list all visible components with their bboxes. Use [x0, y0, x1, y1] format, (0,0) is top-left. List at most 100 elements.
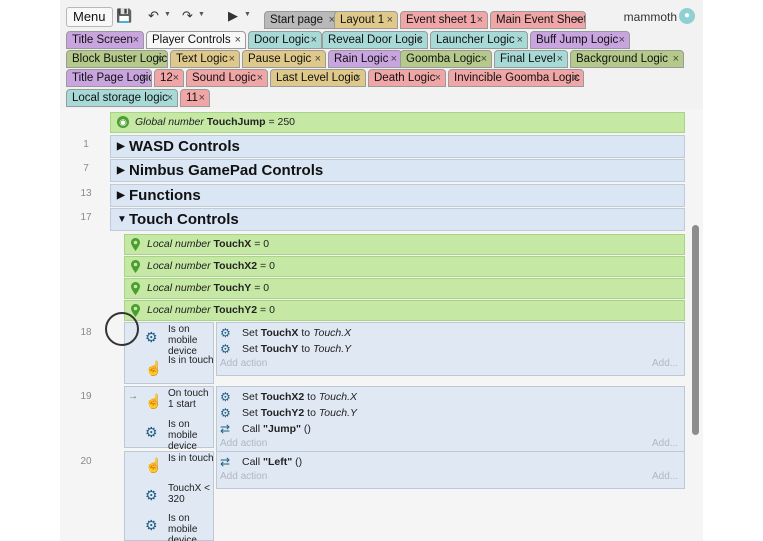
- tab-invincible-goomba-logic[interactable]: Invincible Goomba Logic ×: [448, 69, 584, 87]
- close-icon[interactable]: ×: [315, 51, 321, 67]
- group-nimbus-gamepad-controls[interactable]: ▶ Nimbus GamePad Controls: [110, 159, 685, 182]
- condition-text[interactable]: Is in touch: [168, 355, 214, 366]
- action-to: to: [307, 407, 316, 419]
- close-icon[interactable]: ×: [235, 32, 241, 48]
- condition-text[interactable]: Is in touch: [168, 453, 214, 464]
- action-value: Touch.Y: [313, 343, 352, 355]
- line-number: 7: [83, 163, 89, 174]
- tab-title-screen[interactable]: Title Screen ×: [66, 31, 144, 49]
- close-icon[interactable]: ×: [573, 70, 579, 86]
- close-icon[interactable]: ×: [387, 12, 393, 28]
- tab-pause-logic[interactable]: Pause Logic ×: [242, 50, 326, 68]
- condition-text[interactable]: Is on mobile device: [168, 419, 214, 452]
- group-functions[interactable]: ▶ Functions: [110, 184, 685, 207]
- local-variable-row[interactable]: Local number TouchX = 0: [124, 234, 685, 255]
- save-icon[interactable]: 💾: [116, 9, 132, 23]
- local-var-prefix: Local number: [147, 282, 211, 294]
- local-var-prefix: Local number: [147, 260, 211, 272]
- tab-event-sheet-1[interactable]: Event sheet 1 ×: [400, 11, 488, 29]
- redo-icon[interactable]: ↷: [182, 9, 193, 23]
- expand-triangle-icon[interactable]: ▶: [117, 160, 125, 181]
- close-icon[interactable]: ×: [477, 12, 483, 28]
- add-action-link[interactable]: Add action: [220, 438, 267, 449]
- close-icon[interactable]: ×: [417, 32, 423, 48]
- group-touch-controls[interactable]: ▼ Touch Controls: [110, 208, 685, 231]
- tab-final-level[interactable]: Final Level ×: [494, 50, 568, 68]
- group-wasd-controls[interactable]: ▶ WASD Controls: [110, 135, 685, 158]
- tab-last-level-logic[interactable]: Last Level Logic ×: [270, 69, 366, 87]
- close-icon[interactable]: ×: [311, 32, 317, 48]
- close-icon[interactable]: ×: [199, 90, 205, 106]
- action-row[interactable]: Set TouchY2 to Touch.Y: [242, 406, 357, 420]
- action-row[interactable]: Call "Jump" (): [242, 422, 311, 436]
- tab-sound-logic[interactable]: Sound Logic ×: [186, 69, 268, 87]
- action-row[interactable]: Set TouchY to Touch.Y: [242, 342, 351, 356]
- tab-buff-jump-logic[interactable]: Buff Jump Logic ×: [530, 31, 630, 49]
- play-icon[interactable]: ▶: [228, 9, 238, 23]
- close-icon[interactable]: ×: [575, 12, 581, 28]
- condition-text[interactable]: TouchX < 320: [168, 483, 214, 505]
- close-icon[interactable]: ×: [257, 70, 263, 86]
- collapse-triangle-icon[interactable]: ▼: [117, 209, 127, 230]
- local-variable-row[interactable]: Local number TouchX2 = 0: [124, 256, 685, 277]
- condition-text[interactable]: Is on mobile device: [168, 513, 214, 541]
- tab-rain-logic[interactable]: Rain Logic ×: [328, 50, 402, 68]
- tab-background-logic[interactable]: Background Logic ×: [570, 50, 684, 68]
- redo-dropdown-icon[interactable]: ▼: [198, 11, 205, 18]
- tab-title-page-logic[interactable]: Title Page Logic ×: [66, 69, 152, 87]
- tab-layout-1[interactable]: Layout 1 ×: [334, 11, 398, 29]
- close-icon[interactable]: ×: [673, 51, 679, 67]
- tab-local-storage-logic[interactable]: Local storage logic ×: [66, 89, 178, 107]
- line-number: 20: [80, 456, 92, 467]
- condition-text[interactable]: Is on mobile device: [168, 324, 214, 357]
- close-icon[interactable]: ×: [141, 70, 147, 86]
- tab-12[interactable]: 12 ×: [154, 69, 184, 87]
- action-row[interactable]: Set TouchX2 to Touch.X: [242, 390, 357, 404]
- tab-block-buster-logic[interactable]: Block Buster Logic ×: [66, 50, 168, 68]
- expand-triangle-icon[interactable]: ▶: [117, 185, 125, 206]
- add-action-link[interactable]: Add action: [220, 471, 267, 482]
- play-dropdown-icon[interactable]: ▼: [244, 11, 251, 18]
- scrollbar[interactable]: [692, 225, 699, 435]
- close-icon[interactable]: ×: [435, 70, 441, 86]
- add-more-link[interactable]: Add...: [652, 471, 678, 482]
- global-variable-row[interactable]: ◉ Global number TouchJump = 250: [110, 112, 685, 133]
- undo-icon[interactable]: ↶: [148, 9, 159, 23]
- tab-death-logic[interactable]: Death Logic ×: [368, 69, 446, 87]
- expand-triangle-icon[interactable]: ▶: [117, 136, 125, 157]
- close-icon[interactable]: ×: [157, 51, 163, 67]
- close-icon[interactable]: ×: [517, 32, 523, 48]
- close-icon[interactable]: ×: [355, 70, 361, 86]
- line-number: 18: [80, 327, 92, 338]
- close-icon[interactable]: ×: [481, 51, 487, 67]
- add-action-link[interactable]: Add action: [220, 358, 267, 369]
- menu-button[interactable]: Menu: [66, 7, 113, 27]
- undo-dropdown-icon[interactable]: ▼: [164, 11, 171, 18]
- action-row[interactable]: Set TouchX to Touch.X: [242, 326, 351, 340]
- tab-reveal-door-logic[interactable]: Reveal Door Logic ×: [322, 31, 428, 49]
- close-icon[interactable]: ×: [173, 70, 179, 86]
- local-variable-row[interactable]: Local number TouchY2 = 0: [124, 300, 685, 321]
- user-name[interactable]: mammoth: [624, 10, 677, 24]
- tab-launcher-logic[interactable]: Launcher Logic ×: [430, 31, 528, 49]
- add-more-link[interactable]: Add...: [652, 358, 678, 369]
- condition-text[interactable]: On touch 1 start: [168, 388, 214, 410]
- tab-door-logic[interactable]: Door Logic ×: [248, 31, 322, 49]
- close-icon[interactable]: ×: [391, 51, 397, 67]
- local-variable-row[interactable]: Local number TouchY = 0: [124, 278, 685, 299]
- action-row[interactable]: Call "Left" (): [242, 455, 302, 469]
- add-more-link[interactable]: Add...: [652, 438, 678, 449]
- tab-text-logic[interactable]: Text Logic ×: [170, 50, 240, 68]
- avatar[interactable]: ●: [679, 8, 695, 24]
- close-icon[interactable]: ×: [229, 51, 235, 67]
- close-icon[interactable]: ×: [167, 90, 173, 106]
- tab-main-event-sheet[interactable]: Main Event Sheet ×: [490, 11, 586, 29]
- tab-start-page[interactable]: Start page ×: [264, 11, 340, 29]
- tab-player-controls[interactable]: Player Controls ×: [146, 31, 246, 49]
- app-window: Menu 💾 ↶ ▼ ↷ ▼ ▶ ▼ mammoth ● Start page ×…: [60, 0, 703, 541]
- tab-11[interactable]: 11 ×: [180, 89, 210, 107]
- close-icon[interactable]: ×: [619, 32, 625, 48]
- close-icon[interactable]: ×: [557, 51, 563, 67]
- tab-goomba-logic[interactable]: Goomba Logic ×: [400, 50, 492, 68]
- close-icon[interactable]: ×: [133, 32, 139, 48]
